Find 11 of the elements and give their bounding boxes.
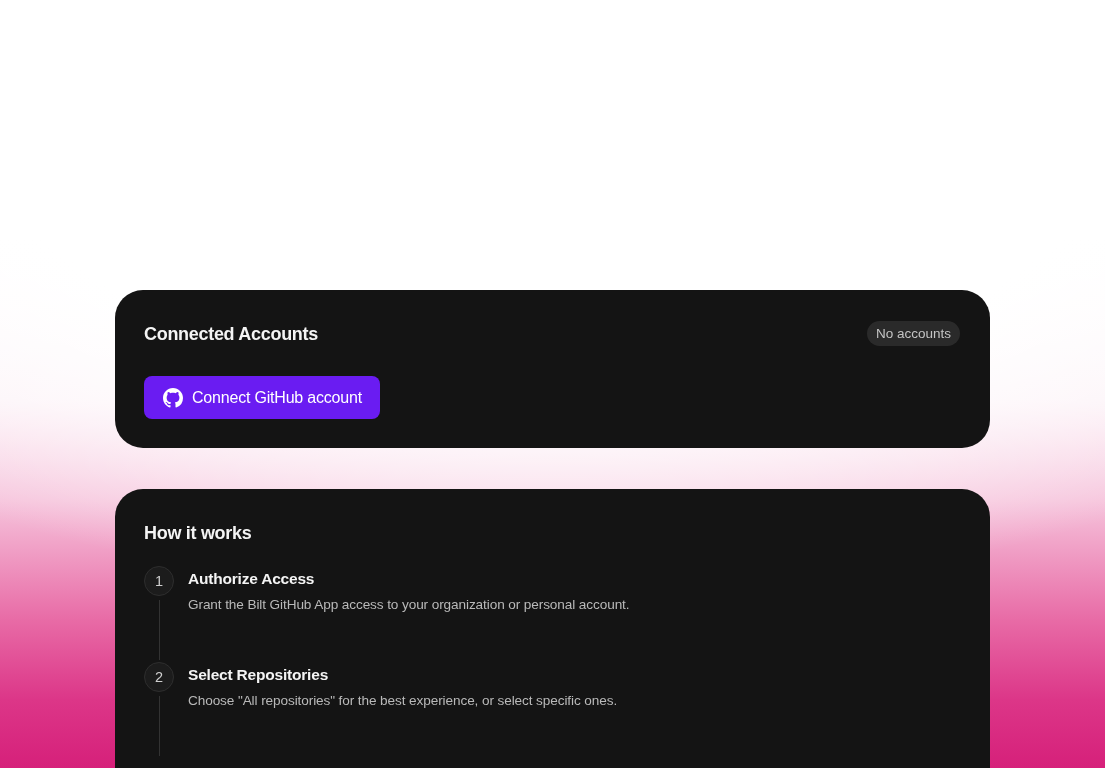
step-description: Grant the Bilt GitHub App access to your organization or personal account. [188,596,630,614]
step-title: Select Repositories [188,665,330,685]
connect-github-button[interactable]: Connect GitHub account [144,376,380,419]
status-badge: No accounts [866,321,960,346]
step-title: Authorize Access [188,569,316,589]
card-title: How it works [144,521,252,545]
step-description: Choose "All repositories" for the best experience, or select specific ones. [188,692,618,710]
step-number: 1 [144,566,174,596]
github-icon [163,387,183,408]
card-title: Connected Accounts [144,322,318,346]
step-number: 2 [144,662,174,692]
